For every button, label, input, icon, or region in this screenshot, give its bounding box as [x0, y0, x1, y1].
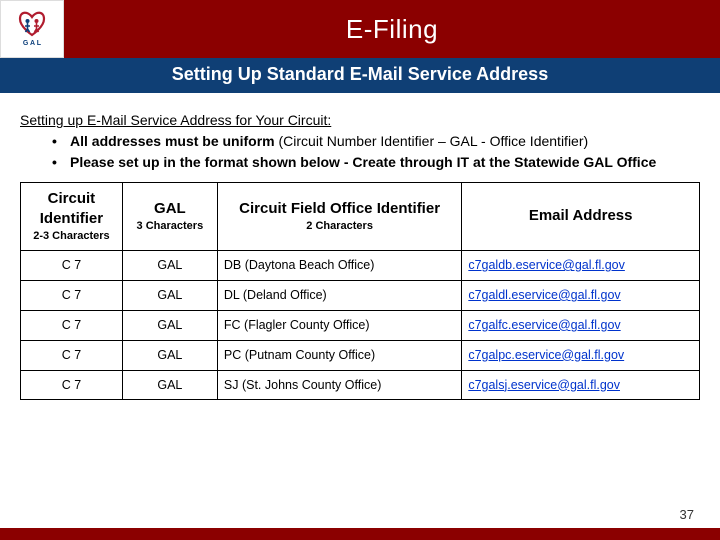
page-number: 37: [680, 507, 694, 522]
svg-text:G A L: G A L: [23, 40, 42, 47]
cell-circuit: C 7: [21, 370, 123, 400]
header-band: G A L E-Filing: [0, 0, 720, 58]
lead-text: Setting up E-Mail Service Address for Yo…: [20, 112, 331, 128]
email-link[interactable]: c7galfc.eservice@gal.fl.gov: [468, 318, 620, 332]
cell-office: SJ (St. Johns County Office): [217, 370, 461, 400]
bullet-list: All addresses must be uniform (Circuit N…: [52, 132, 700, 172]
page-subtitle: Setting Up Standard E-Mail Service Addre…: [0, 58, 720, 93]
email-link[interactable]: c7galdl.eservice@gal.fl.gov: [468, 288, 620, 302]
col-header-circuit: Circuit Identifier 2-3 Characters: [21, 182, 123, 250]
col-header-main: Circuit Field Office Identifier: [222, 199, 457, 219]
table-header-row: Circuit Identifier 2-3 Characters GAL 3 …: [21, 182, 700, 250]
email-link[interactable]: c7galsj.eservice@gal.fl.gov: [468, 378, 620, 392]
cell-circuit: C 7: [21, 280, 123, 310]
email-format-table: Circuit Identifier 2-3 Characters GAL 3 …: [20, 182, 700, 401]
cell-gal: GAL: [122, 280, 217, 310]
table-row: C 7 GAL SJ (St. Johns County Office) c7g…: [21, 370, 700, 400]
col-header-email: Email Address: [462, 182, 700, 250]
cell-gal: GAL: [122, 340, 217, 370]
email-link[interactable]: c7galpc.eservice@gal.fl.gov: [468, 348, 624, 362]
heart-people-icon: G A L: [10, 7, 54, 51]
bottom-accent-bar: [0, 528, 720, 540]
col-header-office: Circuit Field Office Identifier 2 Charac…: [217, 182, 461, 250]
cell-email: c7galdl.eservice@gal.fl.gov: [462, 280, 700, 310]
cell-email: c7galpc.eservice@gal.fl.gov: [462, 340, 700, 370]
cell-circuit: C 7: [21, 340, 123, 370]
bullet-1-bold: All addresses must be uniform: [70, 133, 279, 149]
table-row: C 7 GAL DL (Deland Office) c7galdl.eserv…: [21, 280, 700, 310]
cell-office: FC (Flagler County Office): [217, 310, 461, 340]
col-header-main: Circuit Identifier: [25, 189, 118, 230]
bullet-2: Please set up in the format shown below …: [52, 153, 700, 172]
email-link[interactable]: c7galdb.eservice@gal.fl.gov: [468, 258, 625, 272]
cell-circuit: C 7: [21, 251, 123, 281]
col-header-main: Email Address: [466, 206, 695, 226]
cell-email: c7galsj.eservice@gal.fl.gov: [462, 370, 700, 400]
cell-gal: GAL: [122, 251, 217, 281]
content-area: Setting up E-Mail Service Address for Yo…: [0, 93, 720, 406]
bullet-1-rest: (Circuit Number Identifier – GAL - Offic…: [279, 133, 589, 149]
col-header-main: GAL: [127, 199, 213, 219]
table-row: C 7 GAL PC (Putnam County Office) c7galp…: [21, 340, 700, 370]
col-header-sub: 2 Characters: [222, 219, 457, 234]
col-header-sub: 3 Characters: [127, 219, 213, 234]
col-header-sub: 2-3 Characters: [25, 229, 118, 244]
col-header-gal: GAL 3 Characters: [122, 182, 217, 250]
gal-logo: G A L: [0, 0, 64, 58]
cell-email: c7galfc.eservice@gal.fl.gov: [462, 310, 700, 340]
cell-office: DB (Daytona Beach Office): [217, 251, 461, 281]
cell-circuit: C 7: [21, 310, 123, 340]
table-row: C 7 GAL DB (Daytona Beach Office) c7gald…: [21, 251, 700, 281]
table-row: C 7 GAL FC (Flagler County Office) c7gal…: [21, 310, 700, 340]
cell-office: DL (Deland Office): [217, 280, 461, 310]
cell-gal: GAL: [122, 310, 217, 340]
page-title: E-Filing: [64, 0, 720, 58]
cell-gal: GAL: [122, 370, 217, 400]
bullet-1: All addresses must be uniform (Circuit N…: [52, 132, 700, 151]
cell-email: c7galdb.eservice@gal.fl.gov: [462, 251, 700, 281]
cell-office: PC (Putnam County Office): [217, 340, 461, 370]
lead-line: Setting up E-Mail Service Address for Yo…: [20, 111, 700, 130]
